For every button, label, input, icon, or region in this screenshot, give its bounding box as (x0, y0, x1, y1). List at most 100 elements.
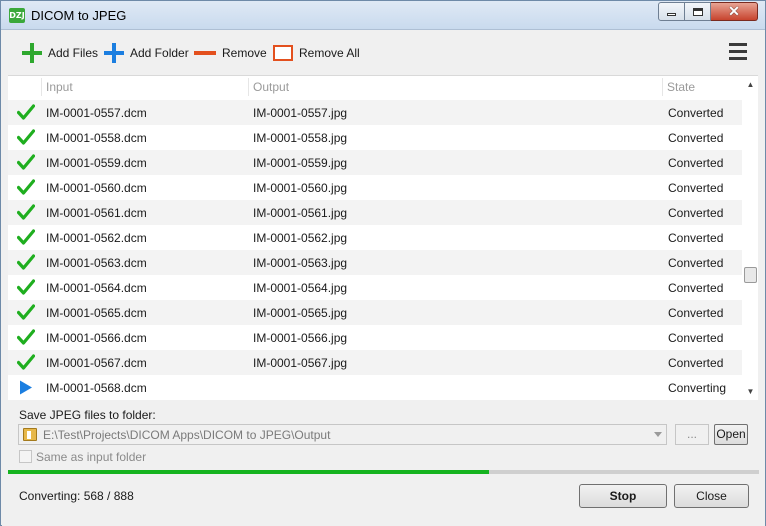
stop-button[interactable]: Stop (579, 484, 667, 508)
cell-state: Converted (668, 331, 724, 345)
add-folder-label: Add Folder (130, 46, 189, 60)
cell-output: IM-0001-0560.jpg (253, 181, 348, 195)
cell-state: Converted (668, 181, 724, 195)
table-row[interactable]: IM-0001-0557.dcm IM-0001-0557.jpg Converte… (8, 100, 742, 125)
check-icon (16, 129, 36, 146)
table-row[interactable]: IM-0001-0566.dcm IM-0001-0566.jpg Converte… (8, 325, 742, 350)
table-row[interactable]: IM-0001-0565.dcm IM-0001-0565.jpg Converte… (8, 300, 742, 325)
check-icon (16, 104, 36, 121)
table-row[interactable]: IM-0001-0559.dcm IM-0001-0559.jpg Converte… (8, 150, 742, 175)
cell-output: IM-0001-0565.jpg (253, 306, 348, 320)
plus-blue-icon (104, 43, 124, 63)
check-icon (16, 204, 36, 221)
title-bar: DZJ DICOM to JPEG ✕ (1, 1, 765, 30)
open-button[interactable]: Open (714, 424, 748, 445)
table-row[interactable]: IM-0001-0561.dcm IM-0001-0561.jpg Converte… (8, 200, 742, 225)
scroll-up-icon[interactable]: ▲ (746, 80, 755, 89)
progress-fill (8, 470, 489, 474)
save-folder-label: Save JPEG files to folder: (19, 408, 156, 422)
cell-input: IM-0001-0563.dcm (46, 256, 147, 270)
cell-state: Converted (668, 206, 724, 220)
cell-input: IM-0001-0566.dcm (46, 331, 147, 345)
cell-output: IM-0001-0561.jpg (253, 206, 348, 220)
cell-output: IM-0001-0562.jpg (253, 231, 348, 245)
play-icon (17, 379, 35, 396)
browse-button[interactable]: ... (675, 424, 709, 445)
folder-icon (23, 428, 37, 441)
plus-green-icon (22, 43, 42, 63)
cell-state: Converted (668, 156, 724, 170)
column-header-state[interactable]: State (667, 80, 695, 94)
cell-input: IM-0001-0568.dcm (46, 381, 147, 395)
table-row[interactable]: IM-0001-0567.dcm IM-0001-0567.jpg Converte… (8, 350, 742, 375)
chevron-down-icon[interactable] (654, 432, 662, 437)
cell-output: IM-0001-0564.jpg (253, 281, 348, 295)
table-row[interactable]: IM-0001-0558.dcm IM-0001-0558.jpg Converte… (8, 125, 742, 150)
remove-all-label: Remove All (299, 46, 360, 60)
cell-state: Converted (668, 281, 724, 295)
cell-input: IM-0001-0557.dcm (46, 106, 147, 120)
scroll-down-icon[interactable]: ▼ (746, 387, 755, 396)
check-icon (16, 304, 36, 321)
cell-input: IM-0001-0564.dcm (46, 281, 147, 295)
remove-button[interactable]: Remove (194, 40, 267, 66)
cell-state: Converted (668, 131, 724, 145)
progress-bar (8, 470, 759, 474)
same-as-input-checkbox[interactable] (19, 450, 32, 463)
cell-state: Converted (668, 356, 724, 370)
toolbar: Add Files Add Folder Remove Remove All (2, 31, 765, 74)
list-header: Input Output State (8, 76, 742, 99)
cell-input: IM-0001-0565.dcm (46, 306, 147, 320)
check-icon (16, 229, 36, 246)
column-header-input[interactable]: Input (46, 80, 73, 94)
cell-state: Converted (668, 231, 724, 245)
file-list[interactable]: Input Output State IM-0001-0557.dcm IM-00… (8, 75, 758, 400)
window-title: DICOM to JPEG (31, 8, 127, 23)
table-row[interactable]: IM-0001-0563.dcm IM-0001-0563.jpg Converte… (8, 250, 742, 275)
table-row[interactable]: IM-0001-0568.dcm Converting (8, 375, 742, 400)
output-path-combo[interactable]: E:\Test\Projects\DICOM Apps\DICOM to JPE… (18, 424, 667, 445)
column-header-output[interactable]: Output (253, 80, 289, 94)
table-row[interactable]: IM-0001-0560.dcm IM-0001-0560.jpg Converte… (8, 175, 742, 200)
cell-output: IM-0001-0566.jpg (253, 331, 348, 345)
remove-label: Remove (222, 46, 267, 60)
table-row[interactable]: IM-0001-0564.dcm IM-0001-0564.jpg Converte… (8, 275, 742, 300)
cell-output: IM-0001-0559.jpg (253, 156, 348, 170)
cell-input: IM-0001-0560.dcm (46, 181, 147, 195)
cell-input: IM-0001-0561.dcm (46, 206, 147, 220)
add-folder-button[interactable]: Add Folder (104, 40, 189, 66)
vertical-scrollbar[interactable]: ▲ ▼ (743, 76, 758, 400)
same-as-input-label: Same as input folder (36, 450, 147, 464)
check-icon (16, 279, 36, 296)
list-rows: IM-0001-0557.dcm IM-0001-0557.jpg Converte… (8, 100, 742, 400)
remove-all-icon (273, 45, 293, 61)
cell-output: IM-0001-0563.jpg (253, 256, 348, 270)
menu-icon[interactable] (729, 43, 747, 61)
cell-state: Converted (668, 256, 724, 270)
check-icon (16, 254, 36, 271)
cell-output: IM-0001-0558.jpg (253, 131, 348, 145)
scroll-thumb[interactable] (744, 267, 757, 283)
window-close-button[interactable]: ✕ (711, 2, 758, 21)
cell-state: Converting (668, 381, 727, 395)
app-window: DZJ DICOM to JPEG ✕ Add Files Add Folder… (0, 0, 766, 526)
add-files-button[interactable]: Add Files (22, 40, 98, 66)
cell-input: IM-0001-0567.dcm (46, 356, 147, 370)
check-icon (16, 154, 36, 171)
maximize-icon (692, 7, 703, 16)
minus-icon (194, 51, 216, 55)
minimize-button[interactable] (658, 2, 685, 21)
minimize-icon (667, 13, 676, 16)
output-path-text: E:\Test\Projects\DICOM Apps\DICOM to JPE… (43, 428, 331, 442)
close-button[interactable]: Close (674, 484, 749, 508)
check-icon (16, 329, 36, 346)
check-icon (16, 354, 36, 371)
remove-all-button[interactable]: Remove All (273, 40, 360, 66)
table-row[interactable]: IM-0001-0562.dcm IM-0001-0562.jpg Converte… (8, 225, 742, 250)
cell-state: Converted (668, 106, 724, 120)
close-icon: ✕ (728, 3, 740, 19)
cell-output: IM-0001-0557.jpg (253, 106, 348, 120)
maximize-button[interactable] (685, 2, 711, 21)
cell-input: IM-0001-0558.dcm (46, 131, 147, 145)
add-files-label: Add Files (48, 46, 99, 60)
